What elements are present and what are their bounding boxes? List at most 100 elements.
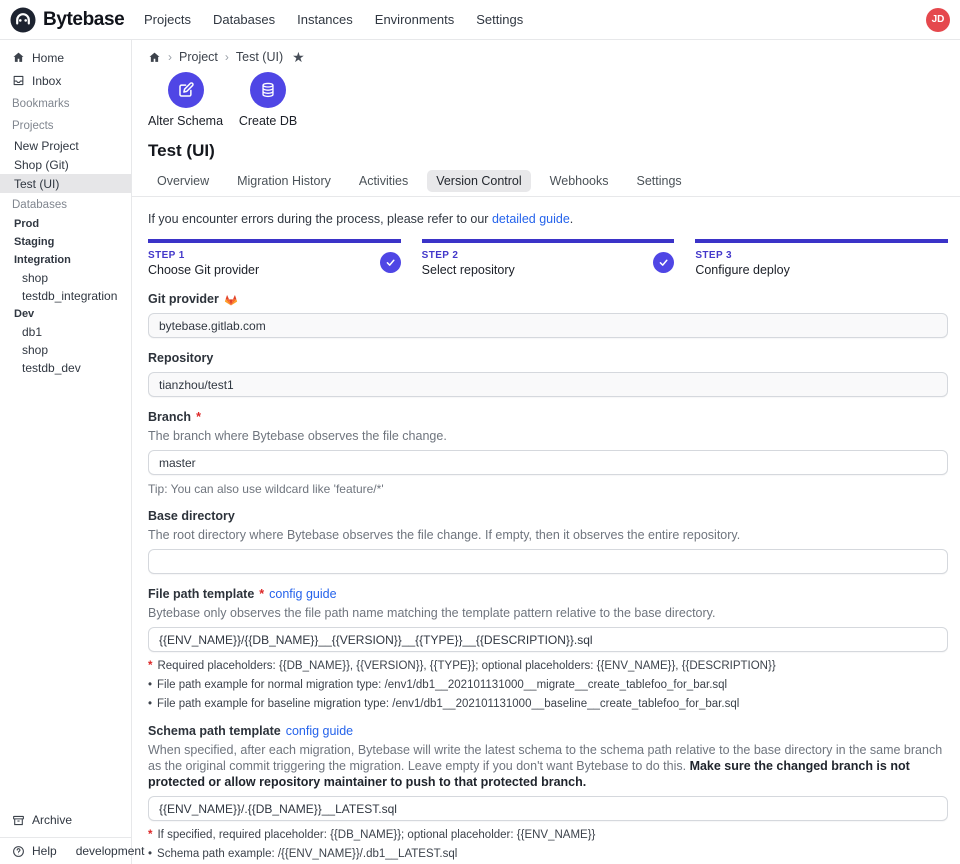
step-title: Select repository <box>422 263 675 277</box>
page-title: Test (UI) <box>148 141 948 161</box>
check-circle-icon <box>380 252 401 273</box>
file-path-notes: *Required placeholders: {{DB_NAME}}, {{V… <box>148 659 948 711</box>
breadcrumb-separator: › <box>225 50 229 64</box>
tab-version-control[interactable]: Version Control <box>427 170 530 192</box>
favorite-star-icon[interactable]: ★ <box>292 50 305 64</box>
bytebase-logo-icon <box>10 7 36 33</box>
main-nav: Projects Databases Instances Environments Se… <box>144 12 523 27</box>
config-guide-link[interactable]: config guide <box>269 587 336 602</box>
home-icon <box>12 51 25 64</box>
sidebar-item-label: Inbox <box>32 74 61 88</box>
sidebar-item-home[interactable]: Home <box>0 46 131 69</box>
breadcrumb-separator: › <box>168 50 172 64</box>
sidebar-section-bookmarks: Bookmarks <box>0 94 131 114</box>
schema-path-template-input[interactable] <box>148 796 948 821</box>
sidebar-bottom: Archive Help development <box>0 807 131 864</box>
step-label: STEP 2 <box>422 250 675 261</box>
sidebar: Home Inbox BookmarksProjectsNew ProjectSho… <box>0 40 132 864</box>
note-item: *If specified, required placeholder: {{D… <box>148 828 948 842</box>
help-icon <box>12 845 25 858</box>
breadcrumb-project[interactable]: Project <box>179 50 218 64</box>
note-item: *Required placeholders: {{DB_NAME}}, {{V… <box>148 659 948 673</box>
app-shell: Home Inbox BookmarksProjectsNew ProjectSho… <box>0 40 960 864</box>
version-control-panel: If you encounter errors during the proce… <box>148 197 948 864</box>
bullet-marker: • <box>148 697 152 711</box>
sidebar-item-prod[interactable]: Prod <box>0 215 131 233</box>
nav-link-databases[interactable]: Databases <box>213 12 275 27</box>
archive-label: Archive <box>32 813 72 827</box>
branch-helper: The branch where Bytebase observes the f… <box>148 428 948 444</box>
nav-link-projects[interactable]: Projects <box>144 12 191 27</box>
quick-action-label: Alter Schema <box>148 114 223 128</box>
tab-settings[interactable]: Settings <box>628 170 691 192</box>
brand[interactable]: Bytebase <box>10 7 134 33</box>
nav-link-settings[interactable]: Settings <box>476 12 523 27</box>
file-path-template-label: File path template * config guide <box>148 587 948 602</box>
help-label[interactable]: Help <box>32 844 57 858</box>
wizard-step-1: STEP 1Choose Git provider <box>148 239 401 277</box>
quick-actions: Alter Schema Create DB <box>148 72 948 128</box>
tab-webhooks[interactable]: Webhooks <box>541 170 618 192</box>
required-asterisk: * <box>196 410 201 425</box>
base-directory-input[interactable] <box>148 549 948 574</box>
sidebar-item-db1[interactable]: db1 <box>0 323 131 341</box>
sidebar-list: Home Inbox BookmarksProjectsNew ProjectSho… <box>0 46 131 807</box>
field-file-path-template: File path template * config guide Byteba… <box>148 587 948 711</box>
note-text: If specified, required placeholder: {{DB… <box>157 828 595 842</box>
quick-action-label: Create DB <box>239 114 297 128</box>
wizard-step-3: STEP 3Configure deploy <box>695 239 948 277</box>
wizard-step-2: STEP 2 Select repository <box>422 239 675 277</box>
detailed-guide-link[interactable]: detailed guide <box>492 212 570 226</box>
breadcrumb-current[interactable]: Test (UI) <box>236 50 283 64</box>
field-branch: Branch * The branch where Bytebase obser… <box>148 410 948 496</box>
sidebar-section-databases: Databases <box>0 195 131 215</box>
sidebar-item-integration[interactable]: Integration <box>0 251 131 269</box>
note-item: •File path example for normal migration … <box>148 678 948 692</box>
repository-label: Repository <box>148 351 948 366</box>
step-title: Configure deploy <box>695 263 948 277</box>
edit-icon <box>168 72 204 108</box>
step-title: Choose Git provider <box>148 263 401 277</box>
tab-migration-history[interactable]: Migration History <box>228 170 340 192</box>
sidebar-item-test-ui[interactable]: Test (UI) <box>0 174 131 193</box>
field-repository: Repository <box>148 351 948 397</box>
wizard-steps: STEP 1Choose Git provider STEP 2 Select re… <box>148 239 948 277</box>
branch-input[interactable] <box>148 450 948 475</box>
sidebar-item-shop-git[interactable]: Shop (Git) <box>0 155 131 174</box>
base-directory-helper: The root directory where Bytebase observ… <box>148 527 948 543</box>
bullet-marker: • <box>148 847 152 861</box>
quick-action-create-db[interactable]: Create DB <box>237 72 299 128</box>
quick-action-alter-schema[interactable]: Alter Schema <box>148 72 223 128</box>
sidebar-item-shop[interactable]: shop <box>0 341 131 359</box>
field-schema-path-template: Schema path template config guide When s… <box>148 724 948 861</box>
file-path-template-helper: Bytebase only observes the file path nam… <box>148 605 948 621</box>
sidebar-section-projects: Projects <box>0 116 131 136</box>
sidebar-item-archive[interactable]: Archive <box>0 807 131 833</box>
nav-link-instances[interactable]: Instances <box>297 12 353 27</box>
sidebar-item-dev[interactable]: Dev <box>0 305 131 323</box>
sidebar-item-label: Home <box>32 51 64 65</box>
required-asterisk: * <box>148 659 152 673</box>
home-icon[interactable] <box>148 51 161 64</box>
git-provider-input[interactable] <box>148 313 948 338</box>
sidebar-item-inbox[interactable]: Inbox <box>0 69 131 92</box>
sidebar-item-testdb-dev[interactable]: testdb_dev <box>0 359 131 377</box>
note-text: Schema path example: /{{ENV_NAME}}/.db1_… <box>157 847 457 861</box>
sidebar-item-shop[interactable]: shop <box>0 269 131 287</box>
config-guide-link[interactable]: config guide <box>286 724 353 739</box>
user-avatar[interactable]: JD <box>926 8 950 32</box>
breadcrumb: › Project › Test (UI) ★ <box>148 50 948 64</box>
sidebar-item-testdb-integration[interactable]: testdb_integration <box>0 287 131 305</box>
tab-activities[interactable]: Activities <box>350 170 417 192</box>
note-item: • Schema path example: /{{ENV_NAME}}/.db1… <box>148 847 948 861</box>
base-directory-label: Base directory <box>148 509 948 524</box>
note-text: File path example for normal migration t… <box>157 678 727 692</box>
tab-overview[interactable]: Overview <box>148 170 218 192</box>
file-path-template-input[interactable] <box>148 627 948 652</box>
git-provider-label: Git provider <box>148 292 948 307</box>
repository-input[interactable] <box>148 372 948 397</box>
sidebar-item-staging[interactable]: Staging <box>0 233 131 251</box>
nav-link-environments[interactable]: Environments <box>375 12 454 27</box>
note-item: •File path example for baseline migratio… <box>148 697 948 711</box>
sidebar-item-new-project[interactable]: New Project <box>0 136 131 155</box>
